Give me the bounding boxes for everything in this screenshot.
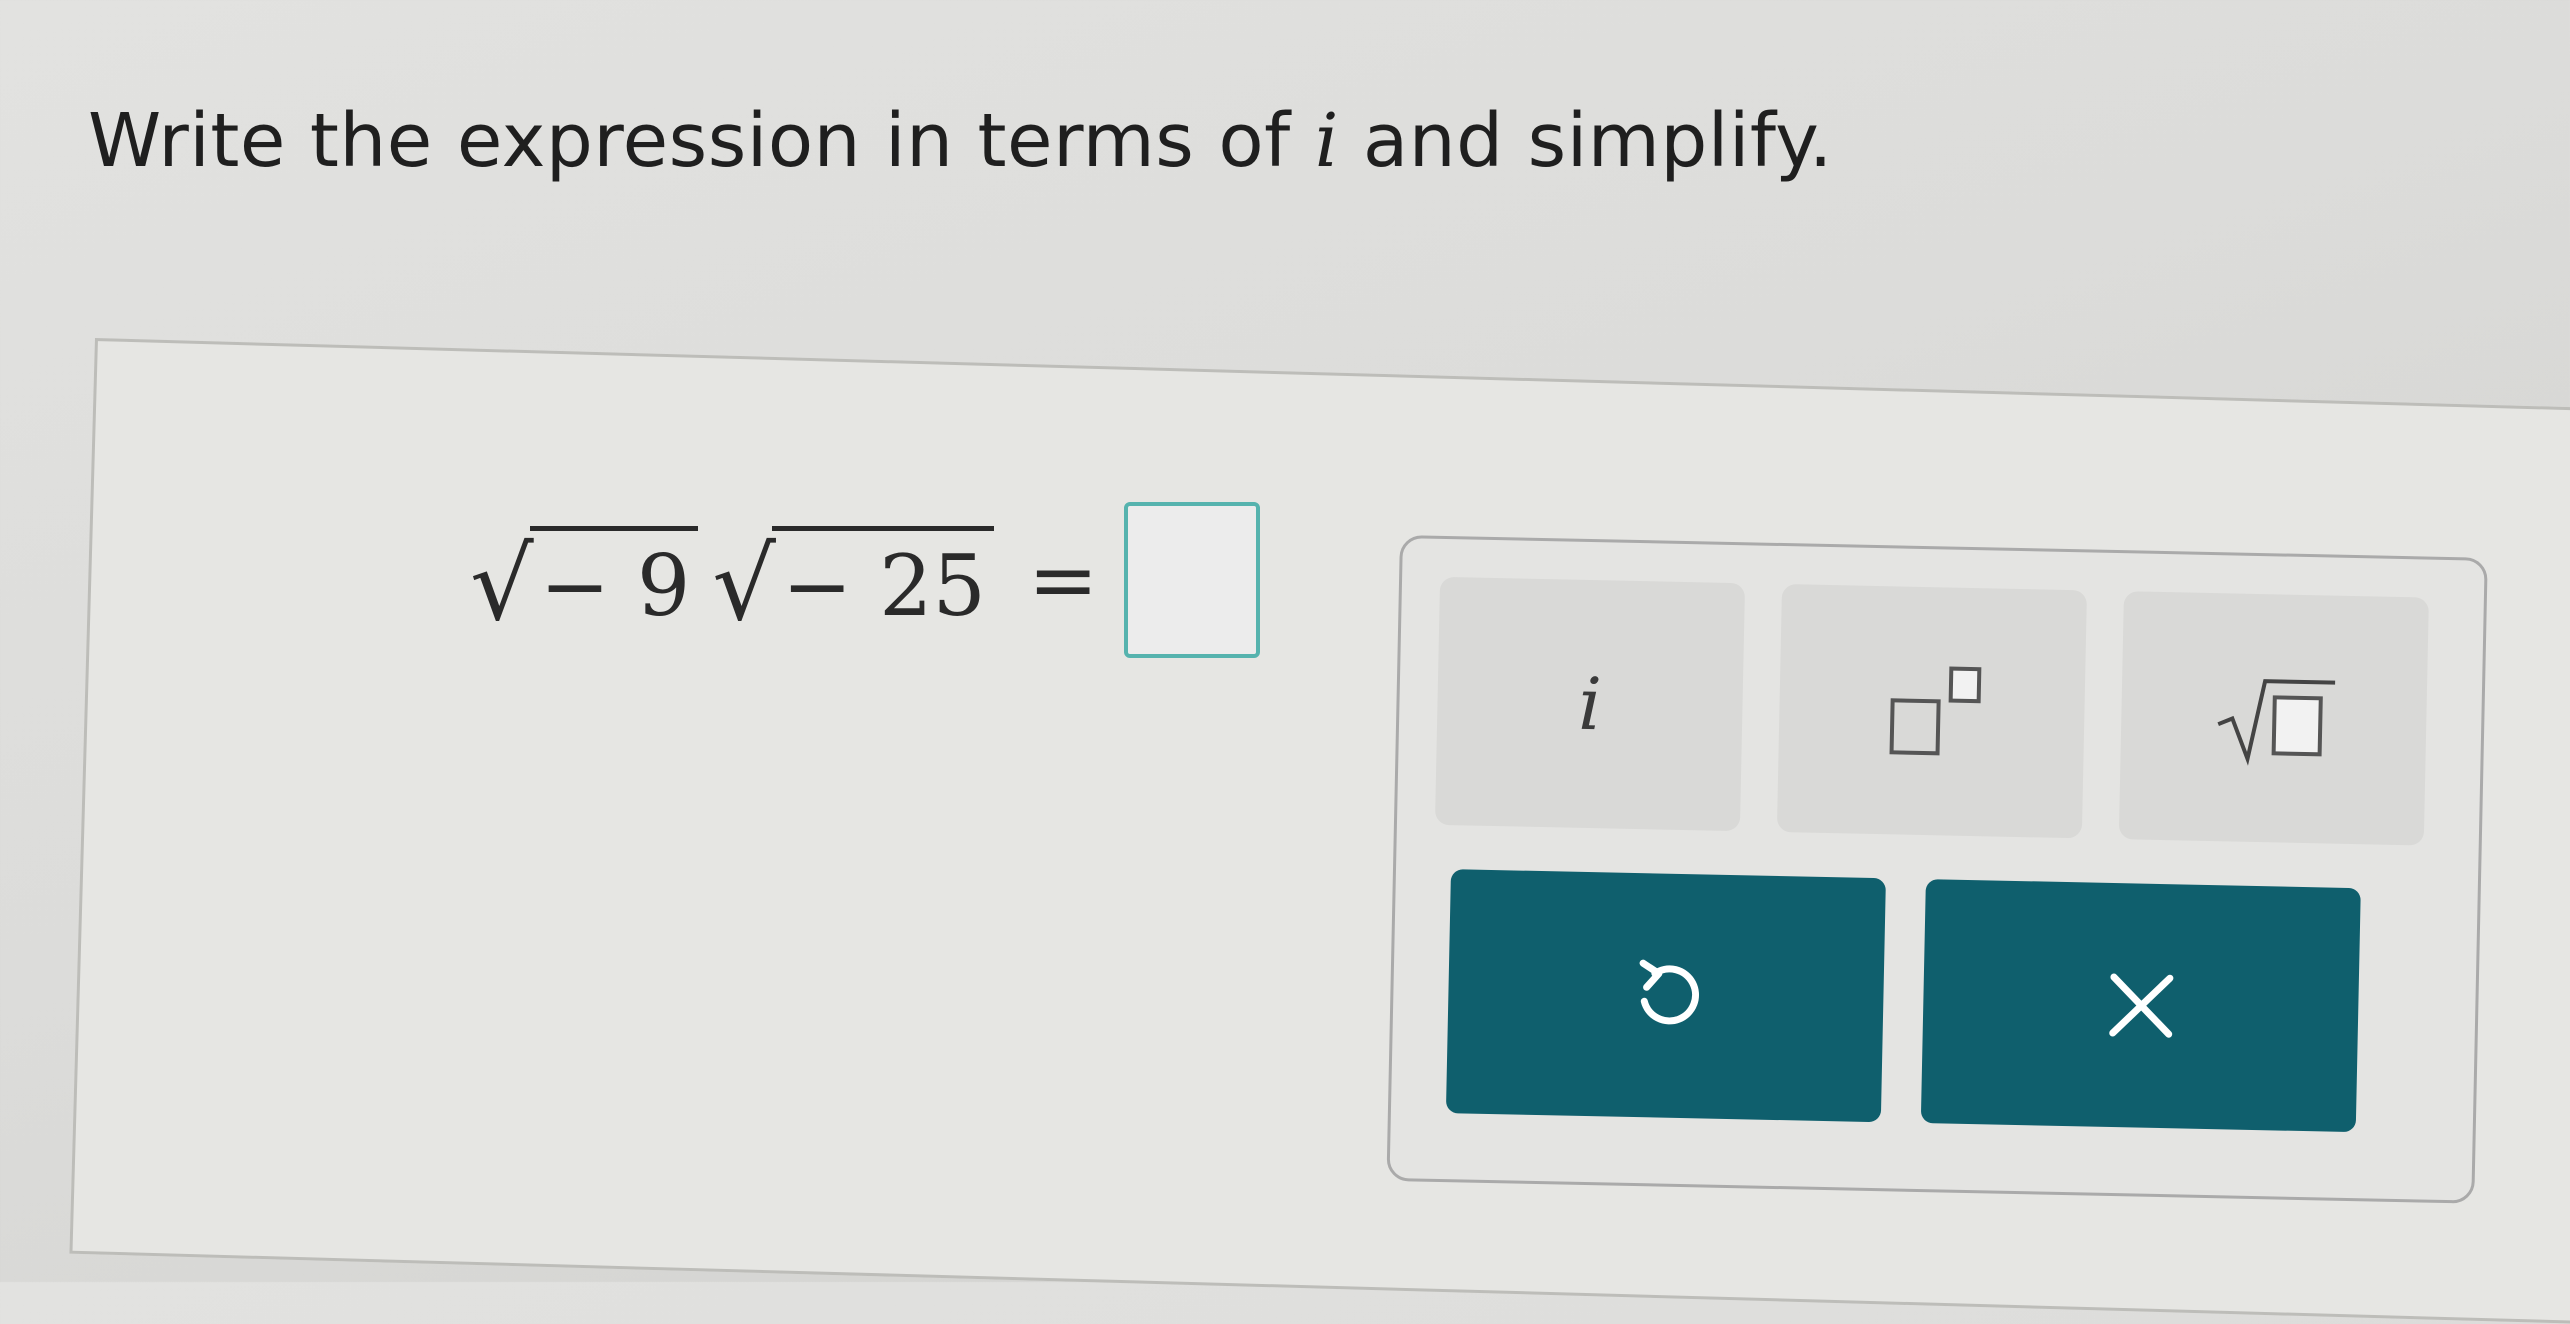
equals-sign: = [1027, 531, 1099, 629]
prompt-variable-i: i [1314, 98, 1339, 184]
i-key-label: i [1577, 661, 1603, 747]
equation: √ − 9 √ − 25 = [470, 502, 1261, 658]
prompt-text-end: and simplify. [1338, 98, 1833, 184]
insert-i-button[interactable]: i [1434, 576, 1746, 832]
exponent-template-icon [1889, 666, 1981, 756]
square-root-template-icon [2216, 679, 2335, 766]
square-root-button[interactable] [2118, 591, 2429, 846]
exponent-button[interactable] [1776, 584, 2087, 839]
radical-2: √ − 25 [712, 525, 994, 643]
math-keypad: i [1386, 535, 2488, 1204]
radicand-2: − 25 [772, 525, 994, 635]
question-prompt: Write the expression in terms of i and s… [88, 98, 1833, 184]
clear-icon [2108, 973, 2173, 1038]
undo-icon [1639, 959, 1699, 1025]
radicand-1: − 9 [529, 525, 699, 635]
answer-input[interactable] [1124, 502, 1261, 658]
radical-sign-icon: √ [470, 525, 534, 643]
prompt-text-start: Write the expression in terms of [88, 98, 1315, 184]
clear-button[interactable] [1920, 879, 2361, 1133]
undo-button[interactable] [1445, 869, 1886, 1123]
radical-sign-icon: √ [712, 525, 776, 643]
radical-1: √ − 9 [470, 525, 699, 643]
